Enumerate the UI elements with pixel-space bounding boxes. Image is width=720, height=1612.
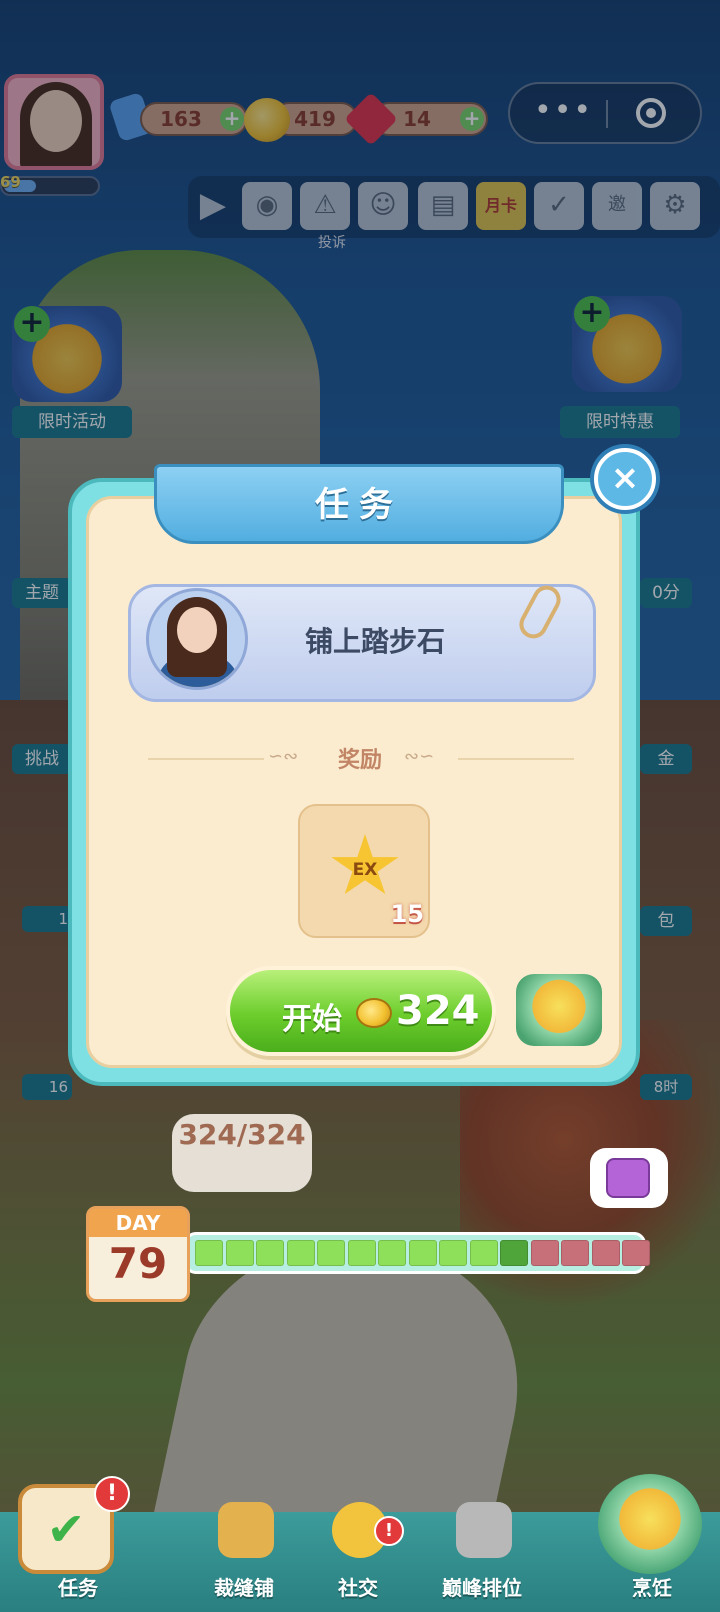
progress-text: 324/324: [178, 1118, 306, 1151]
reward-label: 奖励: [337, 748, 382, 773]
progress-segment: [225, 1240, 254, 1266]
divider: [148, 758, 264, 760]
progress-segment: [561, 1240, 589, 1266]
cooking-pot-icon: [516, 974, 602, 1046]
close-button[interactable]: ×: [594, 448, 656, 510]
nav-tailor-label: 裁缝铺: [214, 1576, 274, 1600]
nav-cooking-label: 烹饪: [632, 1576, 672, 1600]
coin-icon: [356, 998, 392, 1028]
progress-segment: [500, 1240, 528, 1266]
day-label: DAY: [115, 1211, 161, 1235]
ex-star-text: EX: [352, 860, 378, 880]
progress-segment: [591, 1240, 620, 1266]
nav-tailor[interactable]: 裁缝铺: [184, 1502, 304, 1612]
social-alert-badge: !: [374, 1516, 404, 1546]
progress-segment: [195, 1240, 223, 1266]
progress-segment: [408, 1240, 437, 1266]
reward-count: 15: [390, 900, 424, 928]
day-calendar: DAY 79: [86, 1206, 190, 1302]
character-portrait: [146, 588, 248, 690]
swirl-ornament-icon: ∽∾: [268, 746, 299, 767]
progress-segment: [286, 1240, 315, 1266]
day-number: 79: [108, 1239, 168, 1288]
progress-segment: [622, 1240, 650, 1266]
progress-segment: [378, 1240, 406, 1266]
progress-segment: [530, 1240, 559, 1266]
modal-title-bar: 任务: [154, 464, 564, 544]
nav-ranking[interactable]: 巅峰排位: [422, 1502, 542, 1612]
progress-segment: [469, 1240, 498, 1266]
trophy-locked-icon: [456, 1502, 512, 1558]
nav-ranking-label: 巅峰排位: [442, 1576, 522, 1600]
task-alert-badge: !: [94, 1476, 130, 1512]
close-icon: ×: [610, 458, 640, 498]
treasure-chest-icon: [606, 1158, 650, 1198]
nav-social-label: 社交: [338, 1576, 378, 1600]
modal-title: 任务: [315, 485, 403, 525]
nav-task-label: 任务: [58, 1576, 98, 1600]
cooking-pot-icon[interactable]: [598, 1474, 702, 1574]
start-cost: 324: [396, 988, 480, 1034]
sewing-icon: [218, 1502, 274, 1558]
progress-segment: [256, 1240, 284, 1266]
day-progress-bar: [184, 1232, 650, 1274]
task-name: 铺上踏步石: [304, 625, 445, 658]
progress-segment: [439, 1240, 467, 1266]
swirl-ornament-icon: ∾∽: [404, 746, 435, 767]
start-button-label: 开始: [282, 1002, 342, 1037]
progress-segment: [347, 1240, 376, 1266]
divider: [458, 758, 574, 760]
progress-segment: [317, 1240, 345, 1266]
